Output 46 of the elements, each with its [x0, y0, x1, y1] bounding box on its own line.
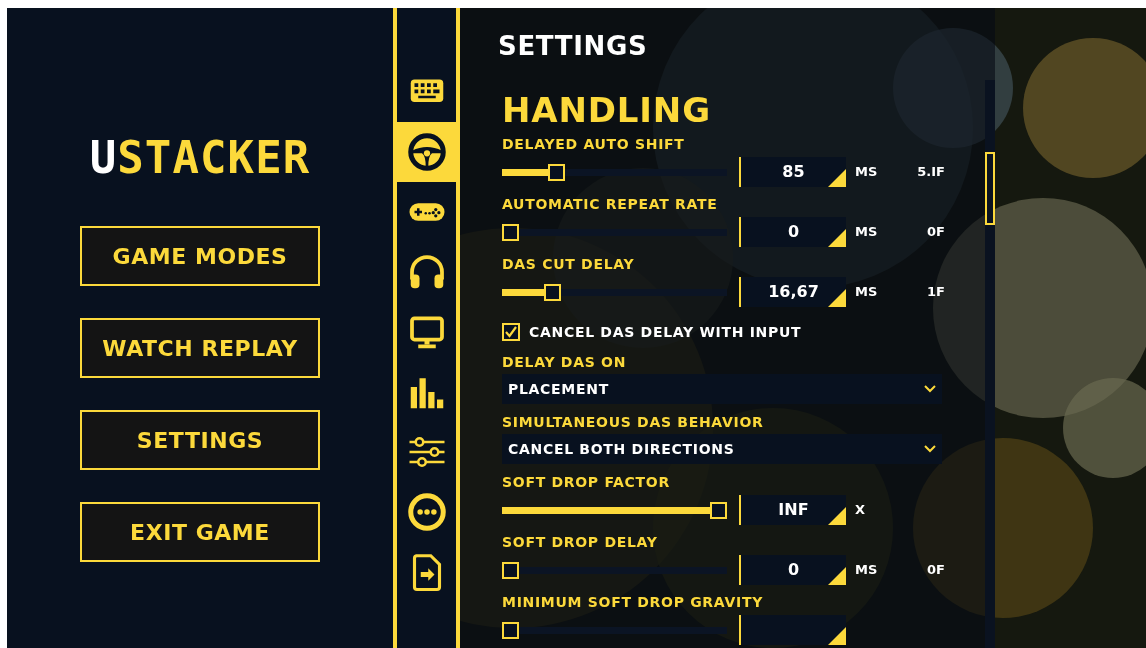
scrollbar-thumb[interactable]	[985, 152, 995, 225]
menu-button[interactable]: GAME MODES	[80, 226, 320, 286]
checkbox-label: CANCEL DAS DELAY WITH INPUT	[529, 322, 802, 342]
frames-label: 5.IF	[916, 163, 945, 182]
menu-button[interactable]: EXIT GAME	[80, 502, 320, 562]
setting-label: SOFT DROP FACTOR	[502, 473, 670, 492]
setting-label: MINIMUM SOFT DROP GRAVITY	[502, 593, 763, 612]
page-title: SETTINGS	[498, 30, 649, 62]
value-field[interactable]: 16,67	[739, 277, 846, 307]
dropdown[interactable]: CANCEL BOTH DIRECTIONS	[502, 434, 942, 464]
check-icon	[505, 326, 517, 338]
value-field[interactable]: 85	[739, 157, 846, 187]
unit-label: MS	[855, 283, 879, 302]
setting-label: SOFT DROP DELAY	[502, 533, 658, 552]
menu-button[interactable]: SETTINGS	[80, 410, 320, 470]
unit-label: MS	[855, 163, 879, 182]
chevron-down-icon	[924, 385, 936, 393]
checkbox[interactable]	[502, 323, 520, 341]
logo: USTACKER	[89, 131, 311, 185]
setting-label: AUTOMATIC REPEAT RATE	[502, 195, 718, 214]
section-heading: HANDLING	[502, 90, 712, 130]
chevron-down-icon	[924, 445, 936, 453]
slider[interactable]	[502, 621, 727, 639]
setting-label: SIMULTANEOUS DAS BEHAVIOR	[502, 413, 764, 432]
setting-label: DELAY DAS ON	[502, 353, 627, 372]
frames-label: 0F	[926, 223, 945, 242]
value-field[interactable]: INF	[739, 495, 846, 525]
steering-wheel-icon	[406, 132, 447, 172]
slider[interactable]	[502, 561, 727, 579]
value-field[interactable]	[739, 615, 846, 645]
value-field[interactable]: 0	[739, 555, 846, 585]
frames-label: 0F	[926, 561, 945, 580]
slider[interactable]	[502, 223, 727, 241]
unit-label: MS	[855, 561, 879, 580]
slider[interactable]	[502, 501, 727, 519]
setting-label: DELAYED AUTO SHIFT	[502, 135, 685, 154]
dropdown[interactable]: PLACEMENT	[502, 374, 942, 404]
menu-button[interactable]: WATCH REPLAY	[80, 318, 320, 378]
more-icon	[406, 492, 447, 532]
unit-label: MS	[855, 223, 879, 242]
setting-label: DAS CUT DELAY	[502, 255, 635, 274]
slider[interactable]	[502, 163, 727, 181]
slider[interactable]	[502, 283, 727, 301]
frames-label: 1F	[926, 283, 945, 302]
unit-label: X	[855, 501, 867, 520]
value-field[interactable]: 0	[739, 217, 846, 247]
